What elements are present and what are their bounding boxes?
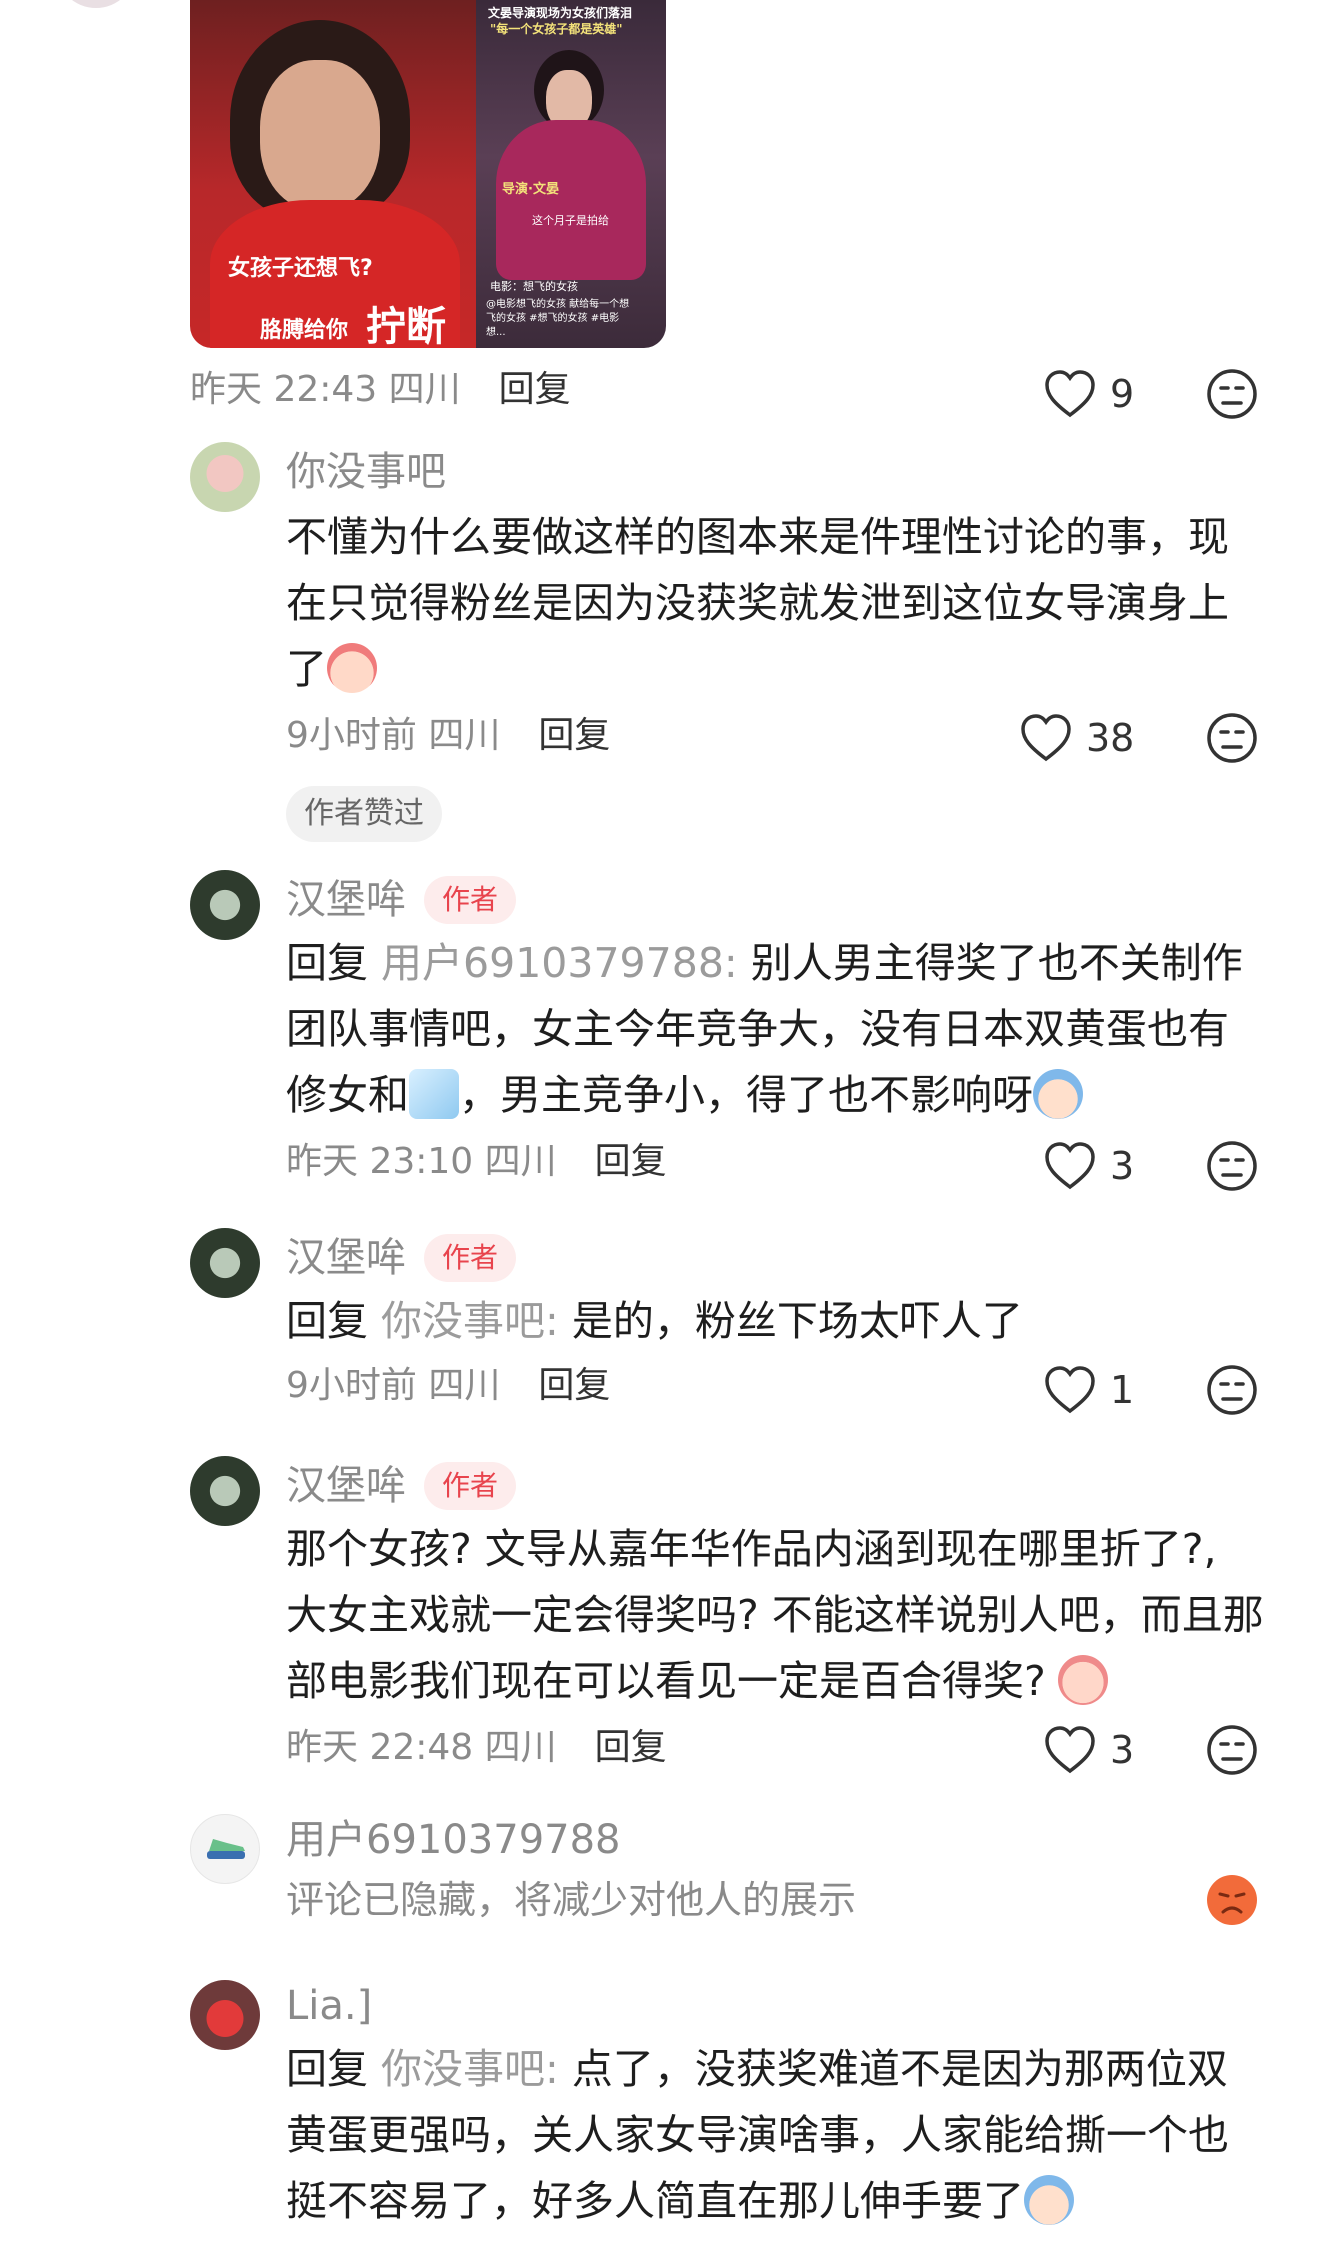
reply-target[interactable]: 用户6910379788: [381, 939, 738, 987]
commenter-name[interactable]: 汉堡哞 [286, 1462, 406, 1510]
image-right-title-2: "每一个女孩子都是英雄" [490, 22, 623, 36]
like-count: 38 [1086, 716, 1135, 760]
like-button[interactable]: 1 [1044, 1362, 1134, 1418]
avatar-partial [56, 0, 136, 8]
reply-target[interactable]: 你没事吧: [381, 1297, 559, 1345]
comment-meta: 9小时前 四川 回复 [286, 1362, 610, 1410]
dislike-face-icon[interactable] [1206, 1724, 1258, 1776]
like-count: 3 [1110, 1728, 1135, 1772]
comment-time: 昨天 22:43 四川 [190, 369, 461, 410]
bottom-fade-bar [0, 2236, 1320, 2266]
comment-meta: 昨天 22:48 四川 回复 [286, 1724, 667, 1772]
dislike-face-icon[interactable] [1206, 712, 1258, 764]
reply-button[interactable]: 回复 [499, 369, 571, 410]
reply-button[interactable]: 回复 [595, 1727, 667, 1768]
commenter-name[interactable]: 你没事吧 [286, 448, 446, 496]
comment-meta: 昨天 22:43 四川 回复 [190, 366, 571, 414]
avatar[interactable] [190, 1456, 260, 1526]
sweating-emoji-icon [1024, 2175, 1074, 2225]
comment-image[interactable]: 女孩子还想飞? 胳膊给你 拧断 文晏导演现场为女孩们落泪 "每一个女孩子都是英雄… [190, 0, 666, 348]
heart-icon [1045, 1142, 1095, 1190]
heart-icon [1045, 370, 1095, 418]
author-tag: 作者 [424, 1462, 517, 1510]
comment-text: 回复 用户6910379788: 别人男主得奖了也不关制作团队事情吧，女主今年竞… [286, 939, 1243, 1119]
comment-time: 昨天 23:10 四川 [286, 1141, 557, 1182]
image-left-panel: 女孩子还想飞? 胳膊给你 拧断 [190, 0, 476, 348]
comment-text: 回复 你没事吧: 是的，粉丝下场太吓人了 [286, 1297, 1023, 1345]
like-count: 1 [1110, 1368, 1135, 1412]
comment-text: 回复 你没事吧: 点了，没获奖难道不是因为那两位双黄蛋更强吗，关人家女导演啥事，… [286, 2045, 1229, 2225]
comment-time: 9小时前 四川 [286, 715, 501, 756]
commenter-name[interactable]: Lia.] [286, 1982, 372, 2030]
avatar[interactable] [190, 1814, 260, 1884]
reply-target[interactable]: 你没事吧: [381, 2045, 559, 2093]
reply-button[interactable]: 回复 [595, 1141, 667, 1182]
hidden-comment-notice: 评论已隐藏，将减少对他人的展示 [286, 1878, 857, 1922]
dislike-face-icon[interactable] [1206, 1140, 1258, 1192]
frowning-face-icon[interactable] [1206, 1874, 1258, 1926]
like-button[interactable]: 9 [1044, 366, 1134, 422]
heart-icon [1021, 714, 1071, 762]
commenter-name[interactable]: 汉堡哞 [286, 1234, 406, 1282]
like-count: 3 [1110, 1144, 1135, 1188]
commenter-name[interactable]: 汉堡哞 [286, 876, 406, 924]
ice-cube-emoji-icon [409, 1069, 459, 1119]
comment-meta: 9小时前 四川 回复 [286, 712, 610, 760]
like-button[interactable]: 38 [1020, 710, 1134, 766]
image-right-panel: 文晏导演现场为女孩们落泪 "每一个女孩子都是英雄" 导演·文晏 这个月子是拍给 … [476, 0, 666, 348]
avatar[interactable] [190, 1980, 260, 2050]
avatar[interactable] [190, 1228, 260, 1298]
sweating-emoji-icon [1033, 1069, 1083, 1119]
author-tag: 作者 [424, 1234, 517, 1282]
shoe-icon [207, 1839, 245, 1859]
author-liked-badge: 作者赞过 [286, 786, 442, 842]
heart-icon [1045, 1366, 1095, 1414]
image-caption-1: 女孩子还想飞? [228, 256, 373, 281]
comment-time: 昨天 22:48 四川 [286, 1727, 557, 1768]
image-caption-big: 拧断 [366, 304, 446, 348]
reply-button[interactable]: 回复 [538, 1365, 610, 1406]
like-count: 9 [1110, 372, 1135, 416]
image-right-label: 导演·文晏 [502, 182, 559, 197]
reply-button[interactable]: 回复 [538, 715, 610, 756]
comment-meta: 昨天 23:10 四川 回复 [286, 1138, 667, 1186]
comment-text: 不懂为什么要做这样的图本来是件理性讨论的事，现在只觉得粉丝是因为没获奖就发泄到这… [286, 513, 1229, 693]
comment-time: 9小时前 四川 [286, 1365, 501, 1406]
image-right-hashtags: @电影想飞的女孩 献给每一个想飞的女孩 #想飞的女孩 #电影想... [486, 299, 630, 338]
dislike-face-icon[interactable] [1206, 1364, 1258, 1416]
kissing-emoji-icon [1057, 1655, 1108, 1705]
heart-icon [1045, 1726, 1095, 1774]
crying-emoji-icon [327, 643, 377, 693]
author-tag: 作者 [424, 876, 517, 924]
avatar[interactable] [190, 870, 260, 940]
comment-text: 那个女孩? 文导从嘉年华作品内涵到现在哪里折了?, 大女主戏就一定会得奖吗? 不… [286, 1525, 1264, 1705]
image-right-sub: 这个月子是拍给 [532, 214, 609, 227]
like-button[interactable]: 3 [1044, 1722, 1134, 1778]
image-caption-2: 胳膊给你 [260, 318, 349, 343]
commenter-name[interactable]: 用户6910379788 [286, 1816, 621, 1864]
avatar[interactable] [190, 442, 260, 512]
image-right-title-1: 文晏导演现场为女孩们落泪 [488, 6, 633, 20]
like-button[interactable]: 3 [1044, 1138, 1134, 1194]
image-right-tag: 电影：想飞的女孩 [490, 280, 578, 293]
dislike-face-icon[interactable] [1206, 368, 1258, 420]
